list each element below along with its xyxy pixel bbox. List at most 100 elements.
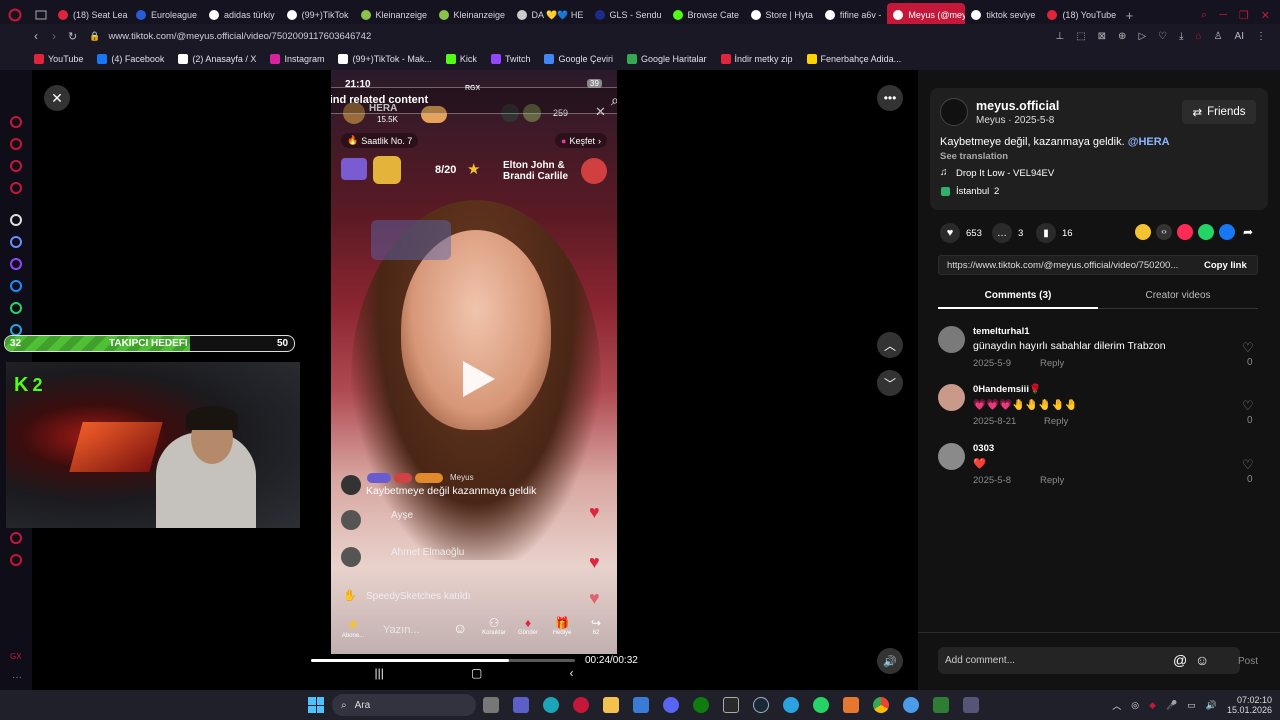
chatgpt-icon[interactable] — [10, 214, 22, 226]
comment-avatar[interactable] — [938, 326, 965, 353]
comment-reply[interactable]: Reply — [1040, 475, 1064, 486]
twitch-icon[interactable] — [10, 258, 22, 270]
gx-settings-icon[interactable] — [10, 554, 22, 566]
gift-treasure-icon[interactable] — [341, 158, 367, 180]
related-search-input[interactable]: Find related content — [331, 94, 428, 106]
comment-user[interactable]: temelturhal1 — [973, 326, 1030, 337]
music-link[interactable]: Drop It Low - VEL94EV — [956, 168, 1054, 179]
calculator-icon[interactable] — [963, 697, 979, 713]
gift-box-icon[interactable] — [373, 156, 401, 184]
bookmark-item[interactable]: Instagram — [270, 54, 324, 64]
search-icon[interactable]: ⌕ — [611, 92, 617, 109]
bag-icon[interactable]: ⌂ — [1196, 31, 1202, 42]
comment-avatar[interactable] — [938, 443, 965, 470]
add-comment-input[interactable]: Add comment... — [945, 655, 1015, 666]
comment-like-icon[interactable]: ♡ — [1242, 398, 1254, 414]
author-avatar[interactable] — [940, 98, 968, 126]
android-back-icon[interactable]: ‹ — [569, 666, 573, 680]
comment-button[interactable]: … 3 — [992, 223, 1023, 243]
clock-date[interactable]: 15.01.2026 — [1227, 705, 1272, 715]
caption-mention[interactable]: @HERA — [1128, 136, 1170, 148]
close-window-icon[interactable]: ✕ — [1261, 9, 1270, 22]
post-button[interactable]: Post — [1238, 656, 1258, 667]
volume-icon[interactable]: 🔊 — [877, 648, 903, 674]
teams-icon[interactable] — [513, 697, 529, 713]
bookmark-item[interactable]: İndir metky zip — [720, 54, 793, 64]
adblock-icon[interactable]: ⊠ — [1098, 31, 1106, 42]
location-count[interactable]: 2 — [994, 186, 999, 197]
taskview-icon[interactable] — [483, 697, 499, 713]
player-icon[interactable]: ▷ — [1138, 31, 1146, 42]
tab-comments[interactable]: Comments (3) — [938, 284, 1098, 309]
tray-app2-icon[interactable]: ◆ — [1149, 700, 1156, 711]
back-icon[interactable]: ‹ — [34, 29, 38, 43]
share-arrow-icon[interactable]: ➦ — [1240, 224, 1256, 240]
bookmark-item[interactable]: Google Haritalar — [626, 54, 707, 64]
subscribe-action[interactable]: ★ Abone... — [337, 616, 369, 639]
reload-icon[interactable]: ↻ — [68, 30, 77, 43]
gx-heart-icon[interactable] — [10, 532, 22, 544]
new-tab-button[interactable]: + — [1119, 8, 1139, 23]
snapshot-icon[interactable]: ⬚ — [1076, 31, 1085, 42]
speaker-icon[interactable]: 🔊 — [1206, 700, 1217, 711]
related-search-bar[interactable]: Find related content ⌕ — [331, 87, 617, 114]
app-orange-icon[interactable] — [843, 697, 859, 713]
whatsapp-icon[interactable] — [10, 302, 22, 314]
download-icon[interactable]: ⤓ — [1179, 31, 1183, 42]
send-icon[interactable] — [1177, 224, 1193, 240]
play-button[interactable] — [457, 359, 497, 399]
coin-icon[interactable] — [1135, 224, 1151, 240]
bookmark-item[interactable]: Fenerbahçe Adida... — [806, 54, 901, 64]
whatsapp-share-icon[interactable] — [1198, 224, 1214, 240]
pin-icon[interactable]: ⊥ — [1055, 31, 1064, 42]
video-player[interactable]: 21:10 39 RGX HERA 15.5K 259 ✕ 🔥 Saatlik N… — [331, 70, 617, 654]
send-action[interactable]: ♦ Gönder — [513, 616, 543, 636]
bookmark-item[interactable]: Twitch — [490, 54, 530, 64]
gift-action[interactable]: 🎁 Hediye — [547, 616, 577, 636]
opera-gx-taskbar-icon[interactable] — [573, 697, 589, 713]
sidebar-more-icon[interactable]: ··· — [12, 672, 22, 683]
bookmark-item[interactable]: (4) Facebook — [97, 54, 164, 64]
forward-icon[interactable]: › — [52, 29, 56, 43]
network-icon[interactable]: ▭ — [1187, 700, 1196, 711]
link-url[interactable]: https://www.tiktok.com/@meyus.official/v… — [947, 260, 1178, 271]
emoji-icon[interactable]: ☺ — [1195, 652, 1209, 668]
gx-control-icon[interactable] — [10, 138, 22, 150]
close-icon[interactable]: ✕ — [44, 85, 70, 111]
comment-reply[interactable]: Reply — [1044, 416, 1068, 427]
android-home-icon[interactable]: ▢ — [471, 666, 482, 680]
gx-corner-icon[interactable] — [10, 116, 22, 128]
comment-like-icon[interactable]: ♡ — [1242, 457, 1254, 473]
whatsapp-taskbar-icon[interactable] — [813, 697, 829, 713]
app-green-icon[interactable] — [933, 697, 949, 713]
share-action[interactable]: ↪ 62 — [581, 616, 611, 636]
next-video-button[interactable]: ﹀ — [877, 370, 903, 396]
store-icon[interactable] — [633, 697, 649, 713]
add-comment-box[interactable]: Add comment... @ ☺ — [938, 647, 1240, 674]
comment-like-icon[interactable]: ♡ — [1242, 340, 1254, 356]
url-field[interactable]: www.tiktok.com/@meyus.official/video/750… — [108, 31, 371, 42]
guests-action[interactable]: ⚇ Konuklar — [479, 616, 509, 636]
android-recent-icon[interactable]: ||| — [375, 666, 384, 680]
menu-icon[interactable]: ⋮ — [1256, 31, 1266, 42]
comment-user[interactable]: 0Handemsiii🌹 — [973, 384, 1041, 395]
gx-news-icon[interactable] — [10, 160, 22, 172]
more-options-icon[interactable]: ••• — [877, 85, 903, 111]
epic-games-icon[interactable] — [723, 697, 739, 713]
tray-app-icon[interactable]: ◎ — [1131, 700, 1139, 711]
bookmark-item[interactable]: Kick — [445, 54, 477, 64]
clock-time[interactable]: 07:02:10 — [1227, 695, 1272, 705]
app-blue-icon[interactable] — [903, 697, 919, 713]
search-tabs-icon[interactable]: ⌕ — [1201, 9, 1207, 22]
explorer-icon[interactable] — [603, 697, 619, 713]
telegram-taskbar-icon[interactable] — [783, 697, 799, 713]
comment-reply[interactable]: Reply — [1040, 358, 1064, 369]
chat-input[interactable]: Yazın... — [383, 624, 419, 636]
hourly-rank-badge[interactable]: 🔥 Saatlik No. 7 — [341, 133, 419, 148]
copy-link-button[interactable]: Copy link — [1204, 260, 1247, 271]
embed-icon[interactable]: ‹› — [1156, 224, 1172, 240]
ai-icon[interactable]: AI — [1235, 31, 1244, 42]
video-progress-bar[interactable] — [311, 659, 575, 662]
profile-icon[interactable]: ♙ — [1214, 31, 1223, 42]
save-button[interactable]: ▮ 16 — [1036, 223, 1073, 243]
